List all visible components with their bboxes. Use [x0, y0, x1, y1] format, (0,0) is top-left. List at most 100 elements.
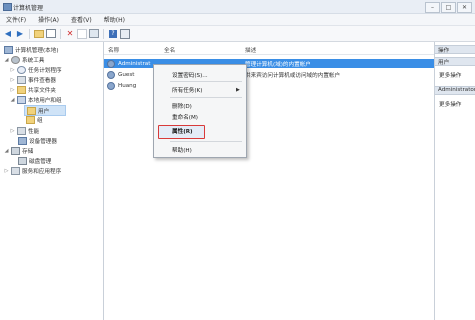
forward-arrow-icon[interactable]: ▶: [15, 29, 25, 39]
menu-separator: [170, 141, 242, 142]
tree-node-storage[interactable]: ◢ 存储: [4, 146, 33, 155]
tree-node-system-tools[interactable]: ◢ 系统工具: [4, 55, 44, 64]
console-icon[interactable]: [120, 28, 130, 39]
user-description: 管理计算机(域)的内置帐户: [245, 62, 311, 68]
tree-label: 任务计划程序: [28, 67, 62, 74]
computer-management-icon: [3, 3, 12, 11]
folder-icon: [27, 106, 36, 115]
properties-icon[interactable]: [77, 28, 87, 39]
user-name: Guest: [118, 72, 135, 78]
user-icon: [107, 82, 115, 90]
menu-bar: 文件(F) 操作(A) 查看(V) 帮助(H): [0, 14, 475, 26]
toolbar-separator: [60, 28, 61, 39]
menu-separator: [170, 81, 242, 82]
window-controls: – □ ✕: [425, 2, 472, 13]
event-viewer-icon: [17, 75, 26, 84]
menu-item-help[interactable]: 帮助(H): [172, 146, 192, 154]
users-group-icon: [17, 95, 26, 104]
toolbar-separator: [29, 28, 30, 39]
tree-label: 事件查看器: [28, 77, 56, 84]
tree-label: 性能: [28, 128, 40, 135]
user-icon: [107, 60, 115, 68]
menu-separator: [170, 97, 242, 98]
expand-arrow-icon[interactable]: ▷: [10, 128, 15, 134]
services-icon: [11, 166, 20, 175]
more-actions-link[interactable]: 更多操作: [439, 100, 461, 108]
user-name: Administrat: [118, 61, 151, 67]
actions-header: 操作: [435, 45, 475, 54]
actions-section-administrator[interactable]: Administrator: [435, 86, 475, 95]
menu-action[interactable]: 操作(A): [32, 15, 65, 24]
minimize-button[interactable]: –: [425, 2, 440, 13]
maximize-button[interactable]: □: [441, 2, 456, 13]
menu-help[interactable]: 帮助(H): [98, 15, 131, 24]
tree-label: 组: [37, 117, 43, 124]
actions-section-users[interactable]: 用户: [435, 57, 475, 66]
toolbar-separator: [103, 28, 104, 39]
show-hide-tree-icon[interactable]: [46, 29, 56, 39]
more-actions-link[interactable]: 更多操作: [439, 71, 461, 79]
tree-label: 计算机管理(本地): [15, 47, 59, 54]
tree-node-event-viewer[interactable]: ▷ 事件查看器: [10, 75, 56, 84]
menu-file[interactable]: 文件(F): [0, 15, 32, 24]
tree-label: 系统工具: [22, 57, 45, 64]
user-name: Huang: [118, 83, 137, 89]
column-header-description[interactable]: 描述: [245, 46, 256, 54]
expand-arrow-icon[interactable]: ▷: [10, 77, 15, 83]
column-header-fullname[interactable]: 全名: [164, 46, 175, 54]
device-manager-icon: [18, 136, 27, 145]
tools-icon: [11, 55, 20, 64]
window-title: 计算机管理: [13, 5, 44, 12]
menu-item-all-tasks[interactable]: 所有任务(K): [172, 86, 202, 94]
tree-node-local-users[interactable]: ◢ 本地用户和组: [10, 95, 62, 104]
toolbar: ◀ ▶ ✕ ?: [0, 26, 475, 42]
performance-icon: [17, 126, 26, 135]
shared-folder-icon: [17, 85, 26, 94]
computer-icon: [4, 45, 13, 54]
collapse-arrow-icon[interactable]: ◢: [4, 57, 9, 63]
expand-arrow-icon[interactable]: ▷: [10, 87, 15, 93]
tree-node-shared-folders[interactable]: ▷ 共享文件夹: [10, 85, 56, 94]
menu-item-properties[interactable]: 属性(R): [172, 127, 193, 135]
tree-label: 用户: [38, 108, 50, 115]
tree-node-groups[interactable]: 组: [24, 115, 43, 124]
tree-node-device-manager[interactable]: 设备管理器: [16, 136, 57, 145]
menu-item-rename[interactable]: 重命名(M): [172, 113, 198, 121]
tree-label: 共享文件夹: [28, 87, 56, 94]
disk-icon: [18, 156, 27, 165]
tree-node-performance[interactable]: ▷ 性能: [10, 126, 39, 135]
folder-up-icon[interactable]: [34, 29, 44, 39]
title-bar: 计算机管理 – □ ✕: [0, 0, 475, 14]
tree-label: 本地用户和组: [28, 97, 62, 104]
collapse-arrow-icon[interactable]: ◢: [10, 97, 15, 103]
export-icon[interactable]: [89, 29, 99, 39]
folder-icon: [26, 115, 35, 124]
user-description: 供来宾访问计算机或访问域的内置帐户: [245, 73, 341, 79]
help-icon[interactable]: ?: [108, 29, 118, 39]
tree-label: 设备管理器: [29, 138, 57, 145]
navigation-tree: 计算机管理(本地) ◢ 系统工具 ▷ 任务计划程序 ▷ 事件查看器 ▷ 共享文件…: [0, 42, 104, 320]
tree-node-disk-management[interactable]: 磁盘管理: [16, 156, 51, 165]
menu-item-set-password[interactable]: 设置密码(S)...: [172, 71, 208, 79]
expand-arrow-icon[interactable]: ▷: [10, 67, 15, 73]
tree-node-root[interactable]: 计算机管理(本地): [2, 45, 59, 54]
clock-icon: [17, 65, 26, 74]
storage-icon: [11, 146, 20, 155]
collapse-arrow-icon[interactable]: ◢: [4, 148, 9, 154]
column-header-name[interactable]: 名称: [108, 46, 119, 54]
expand-arrow-icon[interactable]: ▷: [4, 168, 9, 174]
context-menu: 设置密码(S)... 所有任务(K) ▶ 删除(D) 重命名(M) 属性(R) …: [153, 64, 247, 158]
submenu-arrow-icon: ▶: [236, 87, 240, 93]
close-button[interactable]: ✕: [457, 2, 472, 13]
menu-item-delete[interactable]: 删除(D): [172, 102, 192, 110]
menu-view[interactable]: 查看(V): [65, 15, 98, 24]
tree-node-task-scheduler[interactable]: ▷ 任务计划程序: [10, 65, 62, 74]
tree-label: 服务和应用程序: [22, 168, 62, 175]
tree-label: 磁盘管理: [29, 158, 52, 165]
actions-pane: 操作 用户 更多操作 Administrator 更多操作: [435, 42, 475, 320]
delete-icon[interactable]: ✕: [65, 29, 75, 39]
tree-node-services[interactable]: ▷ 服务和应用程序: [4, 166, 61, 175]
user-icon: [107, 71, 115, 79]
back-arrow-icon[interactable]: ◀: [3, 29, 13, 39]
tree-label: 存储: [22, 148, 34, 155]
